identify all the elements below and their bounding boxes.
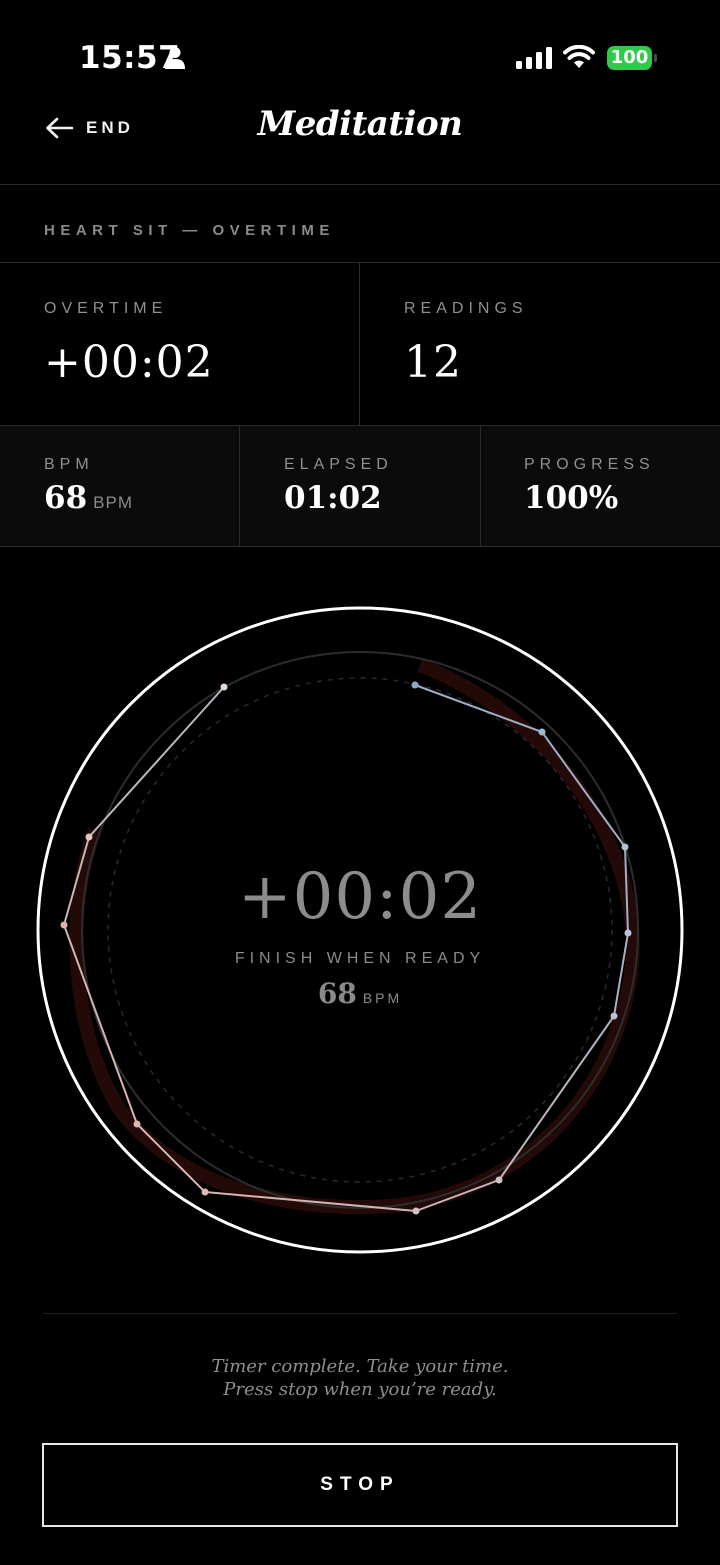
session-label: HEART SIT — OVERTIME [44,222,335,239]
reading-point [495,1176,503,1184]
header-divider [0,184,720,185]
row-divider-bottom [0,546,720,547]
row-divider-top [0,425,720,426]
section-divider [0,262,720,263]
overtime-value: +00:02 [44,337,214,388]
row2-divider-2 [480,426,481,546]
reading-point [133,1120,141,1128]
dial-bpm: 68 BPM [0,977,720,1010]
wifi-icon [563,45,595,68]
progress-label: PROGRESS [524,456,655,473]
progress-value: 100% [524,480,619,516]
footer-divider [43,1313,677,1314]
battery-level: 100 [607,46,652,70]
stop-button[interactable]: STOP [42,1443,678,1527]
note-line-2: Press stop when you’re ready. [223,1379,497,1400]
reading-point [220,683,228,691]
reading-point [85,833,93,841]
dial-bpm-unit: BPM [362,990,403,1006]
page-title: Meditation [257,104,463,144]
reading-point [538,728,546,736]
bpm-unit: BPM [93,493,133,512]
bpm-label: BPM [44,456,94,473]
bpm-value: 68 [44,480,88,516]
battery-cap [654,54,657,62]
row1-divider [359,263,360,425]
overtime-label: OVERTIME [44,300,168,317]
dial-time: +00:02 [237,860,483,934]
person-icon [165,47,185,69]
row2-divider-1 [239,426,240,546]
note-line-1: Timer complete. Take your time. [211,1356,509,1377]
bpm-stat: 68 BPM [44,480,133,516]
dial-bpm-value: 68 [317,977,357,1010]
trace-glow [69,658,640,1215]
reading-point [412,1207,420,1215]
status-bar: 15:57 100 [0,0,720,110]
reading-point [201,1188,209,1196]
reading-point [411,681,419,689]
signal-icon [516,47,552,69]
elapsed-label: ELAPSED [284,456,393,473]
battery-indicator: 100 [607,46,657,70]
dial-message: FINISH WHEN READY [234,950,486,967]
reading-point [621,843,629,851]
readings-value: 12 [404,337,462,388]
elapsed-value: 01:02 [284,480,382,516]
readings-label: READINGS [404,300,528,317]
reading-point [610,1012,618,1020]
